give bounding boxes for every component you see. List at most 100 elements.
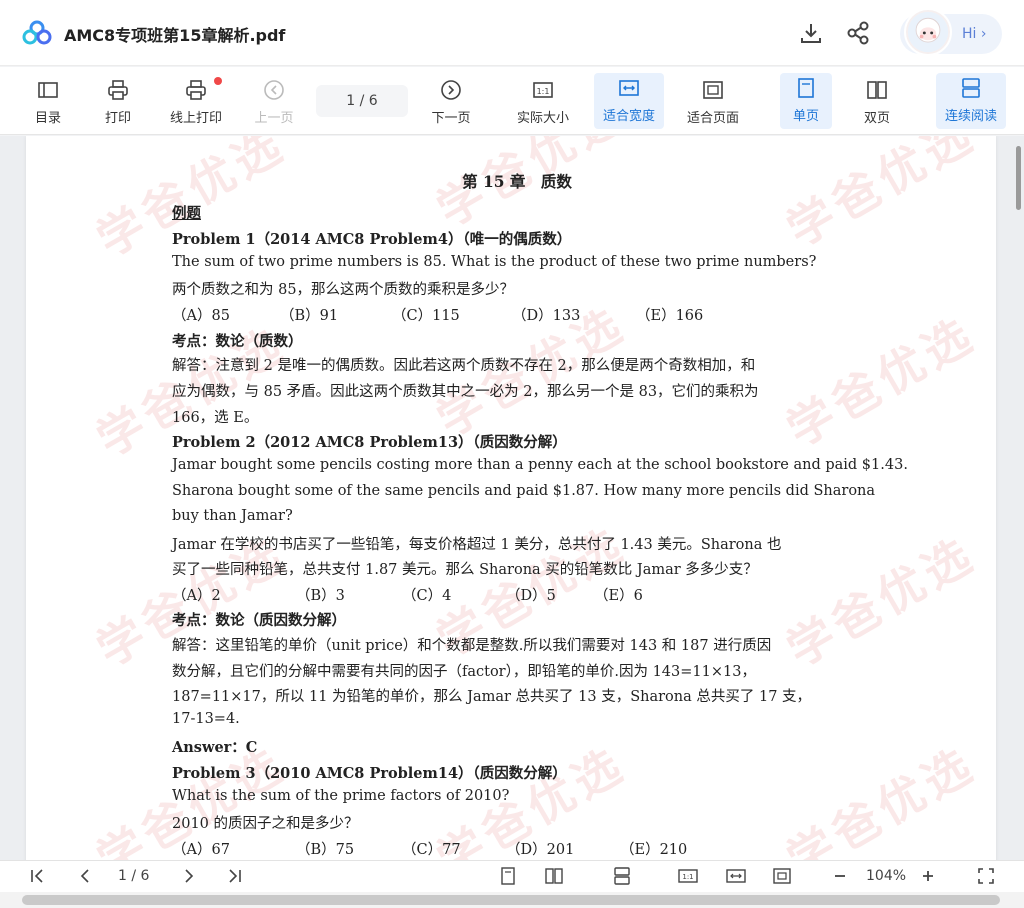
last-page-icon[interactable] bbox=[224, 866, 244, 886]
problem-text-en: Jamar bought some pencils costing more t… bbox=[172, 457, 908, 473]
share-icon[interactable] bbox=[845, 20, 871, 46]
problem-text-zh: 买了一些同种铅笔，总共支付 1.87 美元。那么 Sharona 买的铅笔数比 … bbox=[172, 562, 758, 578]
continuous-read-icon bbox=[962, 78, 980, 98]
prev-page-label: 上一页 bbox=[254, 111, 294, 126]
choice: （A）67 bbox=[172, 842, 230, 858]
watermark: 学爸优选 bbox=[777, 306, 986, 457]
chevron-left-circle-icon bbox=[264, 80, 284, 100]
notification-dot bbox=[214, 77, 222, 85]
answer-line: 166，选 E。 bbox=[172, 410, 259, 426]
zoom-out-icon[interactable] bbox=[830, 866, 850, 886]
topic-label: 考点：数论（质因数分解） bbox=[172, 612, 346, 629]
answer-line: 数分解，且它们的分解中需要有共同的因子（factor），即铅笔的单价.因为 14… bbox=[172, 664, 756, 680]
choice: （E）166 bbox=[636, 308, 704, 324]
zoom-in-icon[interactable] bbox=[918, 866, 938, 886]
fit-width-icon bbox=[619, 80, 639, 96]
answer-line: 187=11×17，所以 11 为铅笔的单价，那么 Jamar 总共买了 13 … bbox=[172, 689, 812, 705]
bottom-page-indicator[interactable]: 1 / 6 bbox=[118, 866, 149, 886]
zoom-level[interactable]: 104% bbox=[866, 866, 906, 886]
choice: （B）91 bbox=[280, 308, 339, 324]
answer-line: 应为偶数，与 85 矛盾。因此这两个质数其中之一必为 2，那么另一个是 83，它… bbox=[172, 384, 759, 400]
actual-size-label: 实际大小 bbox=[516, 111, 569, 126]
online-printer-icon bbox=[186, 80, 206, 100]
svg-text:1:1: 1:1 bbox=[682, 873, 693, 881]
next-page-label: 下一页 bbox=[431, 111, 471, 126]
problem-title: Problem 1（2014 AMC8 Problem4）（唯一的偶质数） bbox=[172, 231, 572, 248]
problem-text-zh: 两个质数之和为 85，那么这两个质数的乘积是多少？ bbox=[172, 282, 515, 298]
fit-page-icon[interactable] bbox=[772, 866, 792, 886]
print-button[interactable]: 打印 bbox=[96, 75, 140, 129]
choice: （E）6 bbox=[594, 588, 643, 604]
choice: （C）4 bbox=[402, 588, 452, 604]
problem-text-en: buy than Jamar? bbox=[172, 508, 293, 524]
app-logo-icon bbox=[22, 20, 52, 45]
assistant-avatar-icon[interactable] bbox=[904, 8, 952, 56]
watermark: 学爸优选 bbox=[777, 526, 986, 677]
topic-label: 考点：数论（质数） bbox=[172, 333, 303, 350]
next-page-icon[interactable] bbox=[178, 866, 198, 886]
choice: （D）133 bbox=[512, 308, 581, 324]
fit-page-label: 适合页面 bbox=[686, 111, 739, 126]
chapter-title: 第 15 章 质数 bbox=[462, 172, 572, 191]
continuous-read-icon[interactable] bbox=[612, 866, 632, 886]
prev-page-button[interactable]: 上一页 bbox=[248, 75, 300, 129]
single-page-icon bbox=[798, 78, 814, 98]
fit-width-button[interactable]: 适合宽度 bbox=[594, 73, 664, 129]
document-title: AMC8专项班第15章解析.pdf bbox=[64, 26, 286, 45]
choice: （B）75 bbox=[296, 842, 355, 858]
single-page-icon[interactable] bbox=[498, 866, 518, 886]
actual-size-icon: 1:1 bbox=[533, 82, 553, 98]
double-page-label: 双页 bbox=[863, 111, 890, 126]
prev-page-icon[interactable] bbox=[76, 866, 96, 886]
double-page-icon[interactable] bbox=[544, 866, 564, 886]
horizontal-scrollbar[interactable] bbox=[22, 895, 1000, 905]
problem-text-en: Sharona bought some of the same pencils … bbox=[172, 483, 876, 499]
fit-page-icon bbox=[703, 81, 723, 99]
answer-line: 解答：这里铅笔的单价（unit price）和个数都是整数.所以我们需要对 14… bbox=[172, 638, 772, 654]
svg-text:1:1: 1:1 bbox=[537, 87, 550, 96]
continuous-read-button[interactable]: 连续阅读 bbox=[936, 73, 1006, 129]
chevron-right-circle-icon bbox=[441, 80, 461, 100]
choice: （C）77 bbox=[402, 842, 461, 858]
fit-page-button[interactable]: 适合页面 bbox=[680, 75, 746, 129]
watermark: 学爸优选 bbox=[777, 136, 986, 257]
fullscreen-icon[interactable] bbox=[976, 866, 996, 886]
online-print-label: 线上打印 bbox=[169, 111, 222, 126]
first-page-icon[interactable] bbox=[28, 866, 48, 886]
problem-text-en: What is the sum of the prime factors of … bbox=[172, 788, 510, 804]
fit-width-label: 适合宽度 bbox=[602, 109, 655, 124]
double-page-icon bbox=[867, 81, 887, 99]
continuous-read-label: 连续阅读 bbox=[944, 109, 997, 124]
pdf-page: 学爸优选 学爸优选 学爸优选 学爸优选 学爸优选 学爸优选 学爸优选 学爸优选 … bbox=[26, 136, 996, 860]
document-viewer[interactable]: 学爸优选 学爸优选 学爸优选 学爸优选 学爸优选 学爸优选 学爸优选 学爸优选 … bbox=[0, 136, 1024, 860]
problem-title: Problem 2（2012 AMC8 Problem13）（质因数分解） bbox=[172, 434, 567, 451]
actual-size-button[interactable]: 1:1 实际大小 bbox=[510, 75, 576, 129]
next-page-button[interactable]: 下一页 bbox=[426, 75, 476, 129]
single-page-label: 单页 bbox=[792, 109, 819, 124]
print-label: 打印 bbox=[104, 111, 131, 126]
printer-icon bbox=[108, 80, 128, 100]
choice: （C）115 bbox=[392, 308, 460, 324]
single-page-button[interactable]: 单页 bbox=[780, 73, 832, 129]
toc-button[interactable]: 目录 bbox=[26, 75, 70, 129]
section-label: 例题 bbox=[172, 205, 201, 222]
page-number-input[interactable]: 1 / 6 bbox=[316, 85, 408, 117]
double-page-button[interactable]: 双页 bbox=[852, 75, 902, 129]
download-icon[interactable] bbox=[798, 20, 824, 46]
choice: （D）5 bbox=[506, 588, 556, 604]
toc-label: 目录 bbox=[34, 111, 61, 126]
answer-line: 解答：注意到 2 是唯一的偶质数。因此若这两个质数不存在 2，那么便是两个奇数相… bbox=[172, 358, 756, 374]
problem-text-zh: Jamar 在学校的书店买了一些铅笔，每支价格超过 1 美分，总共付了 1.43… bbox=[172, 537, 782, 553]
toc-icon bbox=[38, 82, 58, 98]
watermark: 学爸优选 bbox=[777, 736, 986, 860]
choice: （A）85 bbox=[172, 308, 230, 324]
final-answer: Answer：C bbox=[172, 739, 258, 756]
fit-width-icon[interactable] bbox=[726, 866, 746, 886]
choice: （E）210 bbox=[620, 842, 688, 858]
vertical-scrollbar[interactable] bbox=[1016, 146, 1021, 210]
choice: （D）201 bbox=[506, 842, 575, 858]
actual-size-icon[interactable]: 1:1 bbox=[678, 866, 698, 886]
assistant-label[interactable]: Hi › bbox=[962, 26, 986, 42]
title-bar: AMC8专项班第15章解析.pdf Hi › bbox=[0, 0, 1024, 66]
problem-text-zh: 2010 的质因子之和是多少？ bbox=[172, 816, 359, 832]
